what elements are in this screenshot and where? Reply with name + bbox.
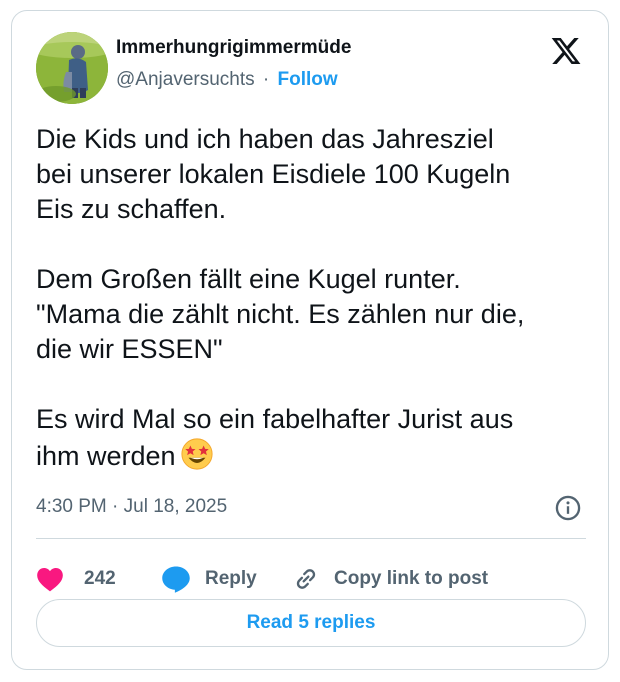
reply-label: Reply [205,568,257,589]
link-icon [296,569,316,589]
divider [36,538,586,539]
avatar[interactable] [36,32,108,104]
x-logo-icon[interactable] [550,35,582,67]
post-header: Immerhungrigimmermüde @Anjaversuchts · F… [12,11,608,111]
copy-link-label: Copy link to post [334,568,489,589]
heart-icon [37,568,63,592]
author-handle[interactable]: @Anjaversuchts [116,69,255,90]
embedded-post-card: Immerhungrigimmermüde @Anjaversuchts · F… [11,10,609,670]
copy-link-button[interactable]: Copy link to post [292,559,488,599]
speech-bubble-icon [162,566,190,593]
read-replies-button[interactable]: Read 5 replies [36,599,586,647]
reply-button[interactable]: Reply [161,559,257,599]
avatar-photo [36,32,108,104]
info-icon[interactable] [554,494,582,522]
like-button[interactable]: 242 [36,559,116,599]
post-actions: 242 Reply Copy link to post [36,559,596,599]
post-text: Die Kids und ich haben das Jahresziel be… [36,122,596,474]
like-count: 242 [84,568,116,589]
author-display-name[interactable]: Immerhungrigimmermüde [116,37,351,59]
star-struck-emoji-icon [180,437,214,471]
separator-dot: · [262,69,270,90]
post-text-body: Die Kids und ich haben das Jahresziel be… [36,124,525,471]
follow-button[interactable]: Follow [278,69,338,90]
post-timestamp[interactable]: 4:30 PM · Jul 18, 2025 [36,496,227,518]
author-handle-row: @Anjaversuchts · Follow [116,69,338,91]
